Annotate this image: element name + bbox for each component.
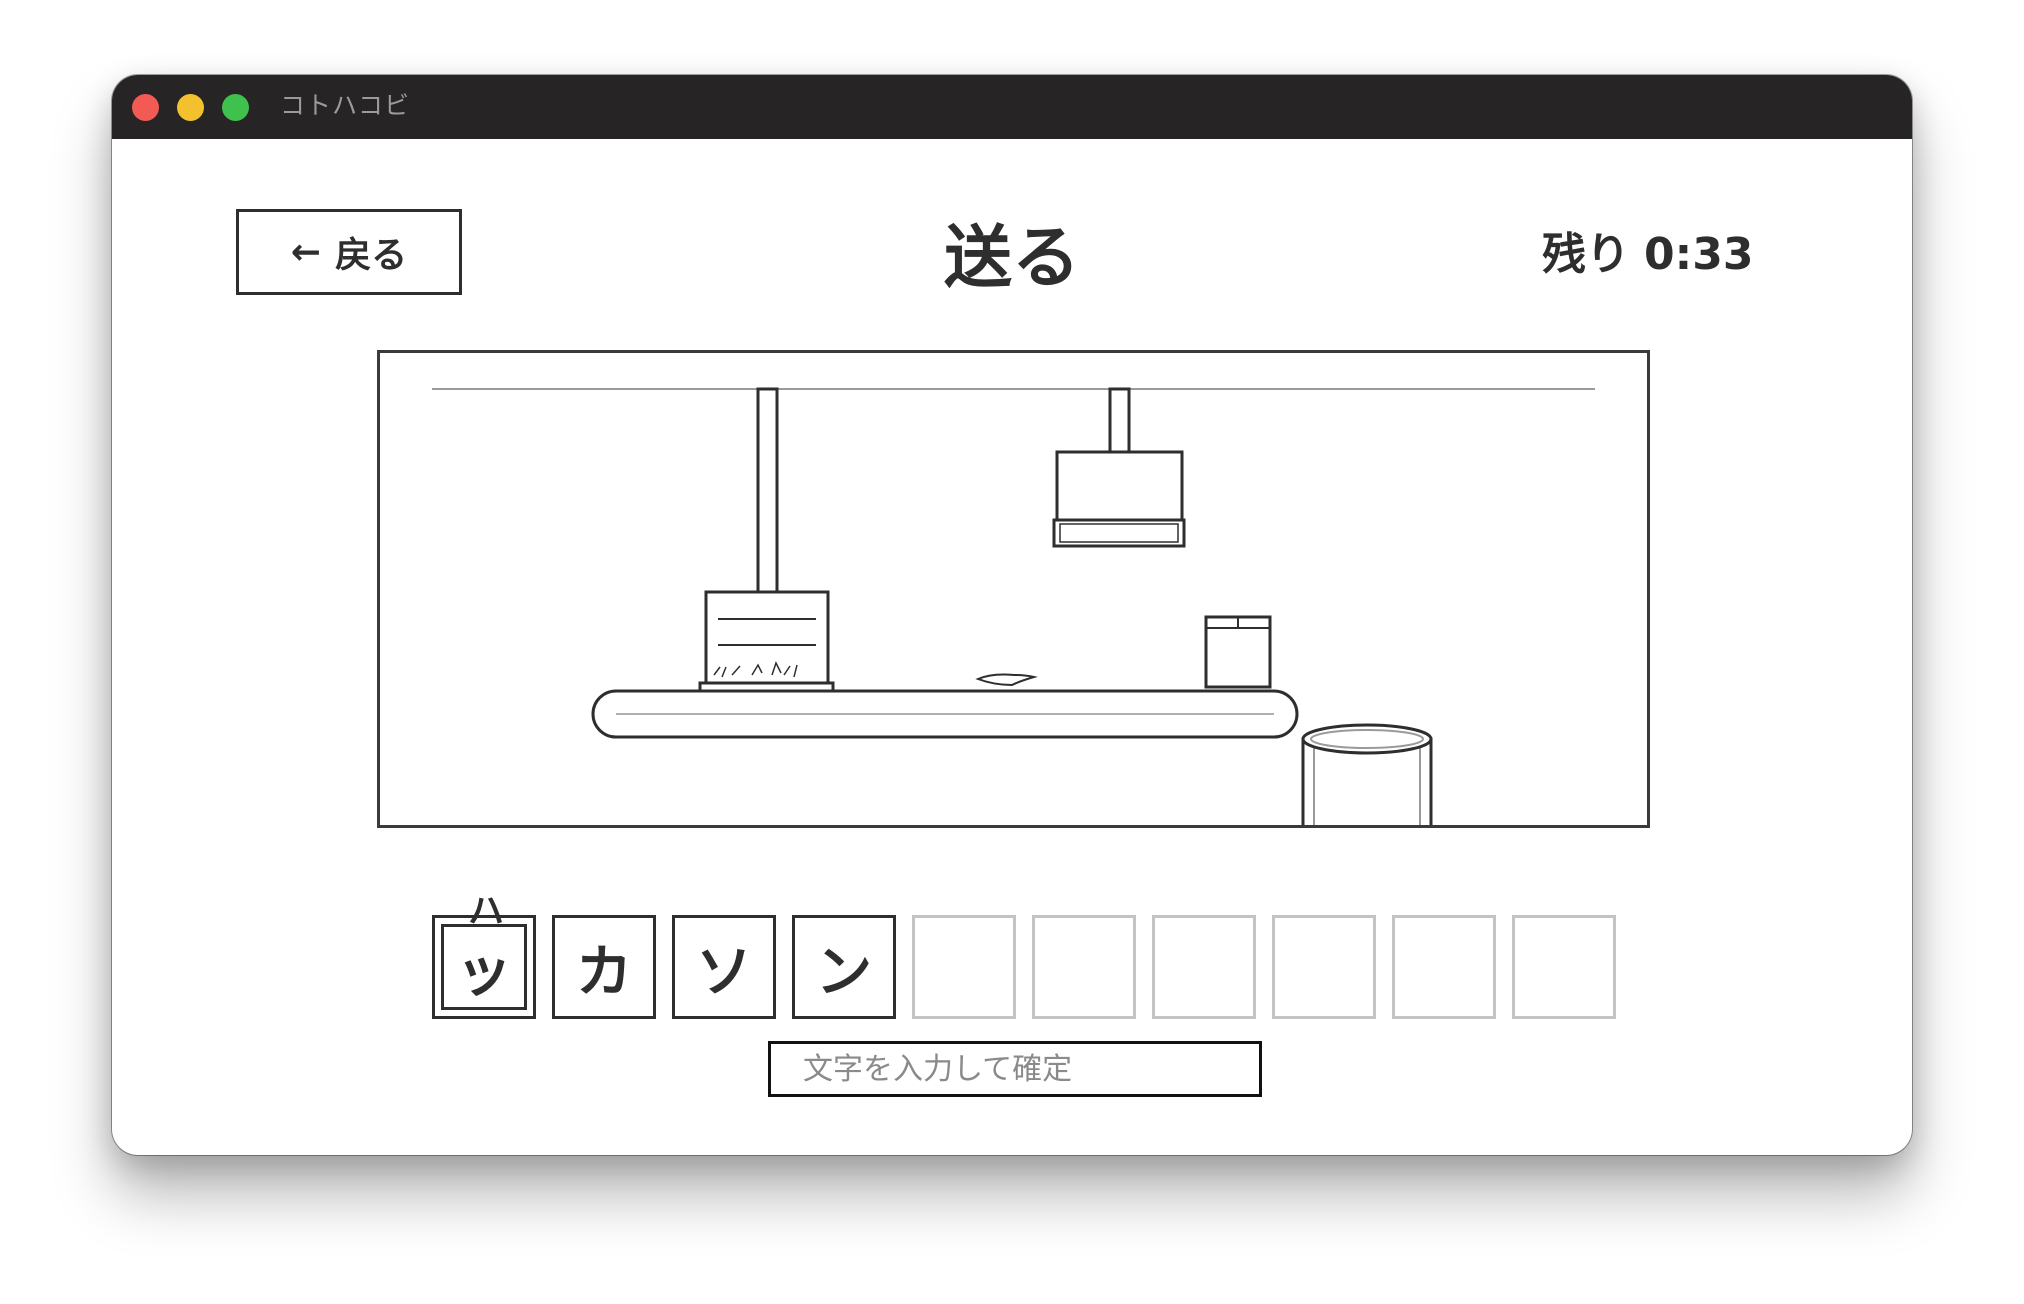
letter-tile-empty[interactable] — [1272, 915, 1376, 1019]
letter-tile[interactable]: カ — [552, 915, 656, 1019]
tile-char: ッ — [456, 939, 512, 1005]
close-window-button[interactable] — [132, 94, 159, 121]
letter-tile[interactable]: ソ — [672, 915, 776, 1019]
minimize-window-button[interactable] — [177, 94, 204, 121]
letter-tile[interactable]: ハ ッ — [432, 891, 536, 1019]
timer-value: 0:33 — [1644, 229, 1754, 280]
letter-tile-empty[interactable] — [1392, 915, 1496, 1019]
game-scene — [377, 350, 1650, 828]
paper-scrap — [975, 673, 1038, 687]
page-title: 送る — [943, 219, 1080, 298]
arrow-left-icon: ← — [290, 231, 322, 273]
letter-tile[interactable]: ン — [792, 915, 896, 1019]
letter-tile-empty[interactable] — [1152, 915, 1256, 1019]
trash-can — [1301, 723, 1433, 825]
stamp-press-down — [698, 387, 835, 693]
tile-char: ン — [816, 939, 872, 1005]
conveyor-belt — [591, 689, 1299, 739]
letter-tile-empty[interactable] — [1032, 915, 1136, 1019]
tile-char: カ — [576, 939, 632, 1005]
letter-tile-empty[interactable] — [912, 915, 1016, 1019]
word-tiles: ハ ッ カ ソ ン — [420, 891, 1620, 1021]
maximize-window-button[interactable] — [222, 94, 249, 121]
small-box — [1204, 615, 1272, 689]
answer-input[interactable] — [768, 1041, 1262, 1097]
hint-letter: ハ — [467, 891, 504, 932]
app-window: コトハコビ ← 戻る 送る 残り 0:33 ハ ッ カ ソ ン 文字を入力して確… — [112, 75, 1912, 1155]
app-title: コトハコビ — [280, 91, 411, 120]
scene-illustration — [432, 387, 1595, 825]
title-bar: コトハコビ — [112, 75, 1912, 139]
timer-label: 残り — [1542, 229, 1630, 280]
back-button[interactable]: ← 戻る — [236, 209, 462, 295]
stamp-press-raised — [1052, 387, 1186, 548]
letter-tile-empty[interactable] — [1512, 915, 1616, 1019]
tile-char: ソ — [696, 939, 752, 1005]
back-button-label: 戻る — [335, 235, 408, 276]
timer: 残り 0:33 — [1542, 225, 1902, 285]
